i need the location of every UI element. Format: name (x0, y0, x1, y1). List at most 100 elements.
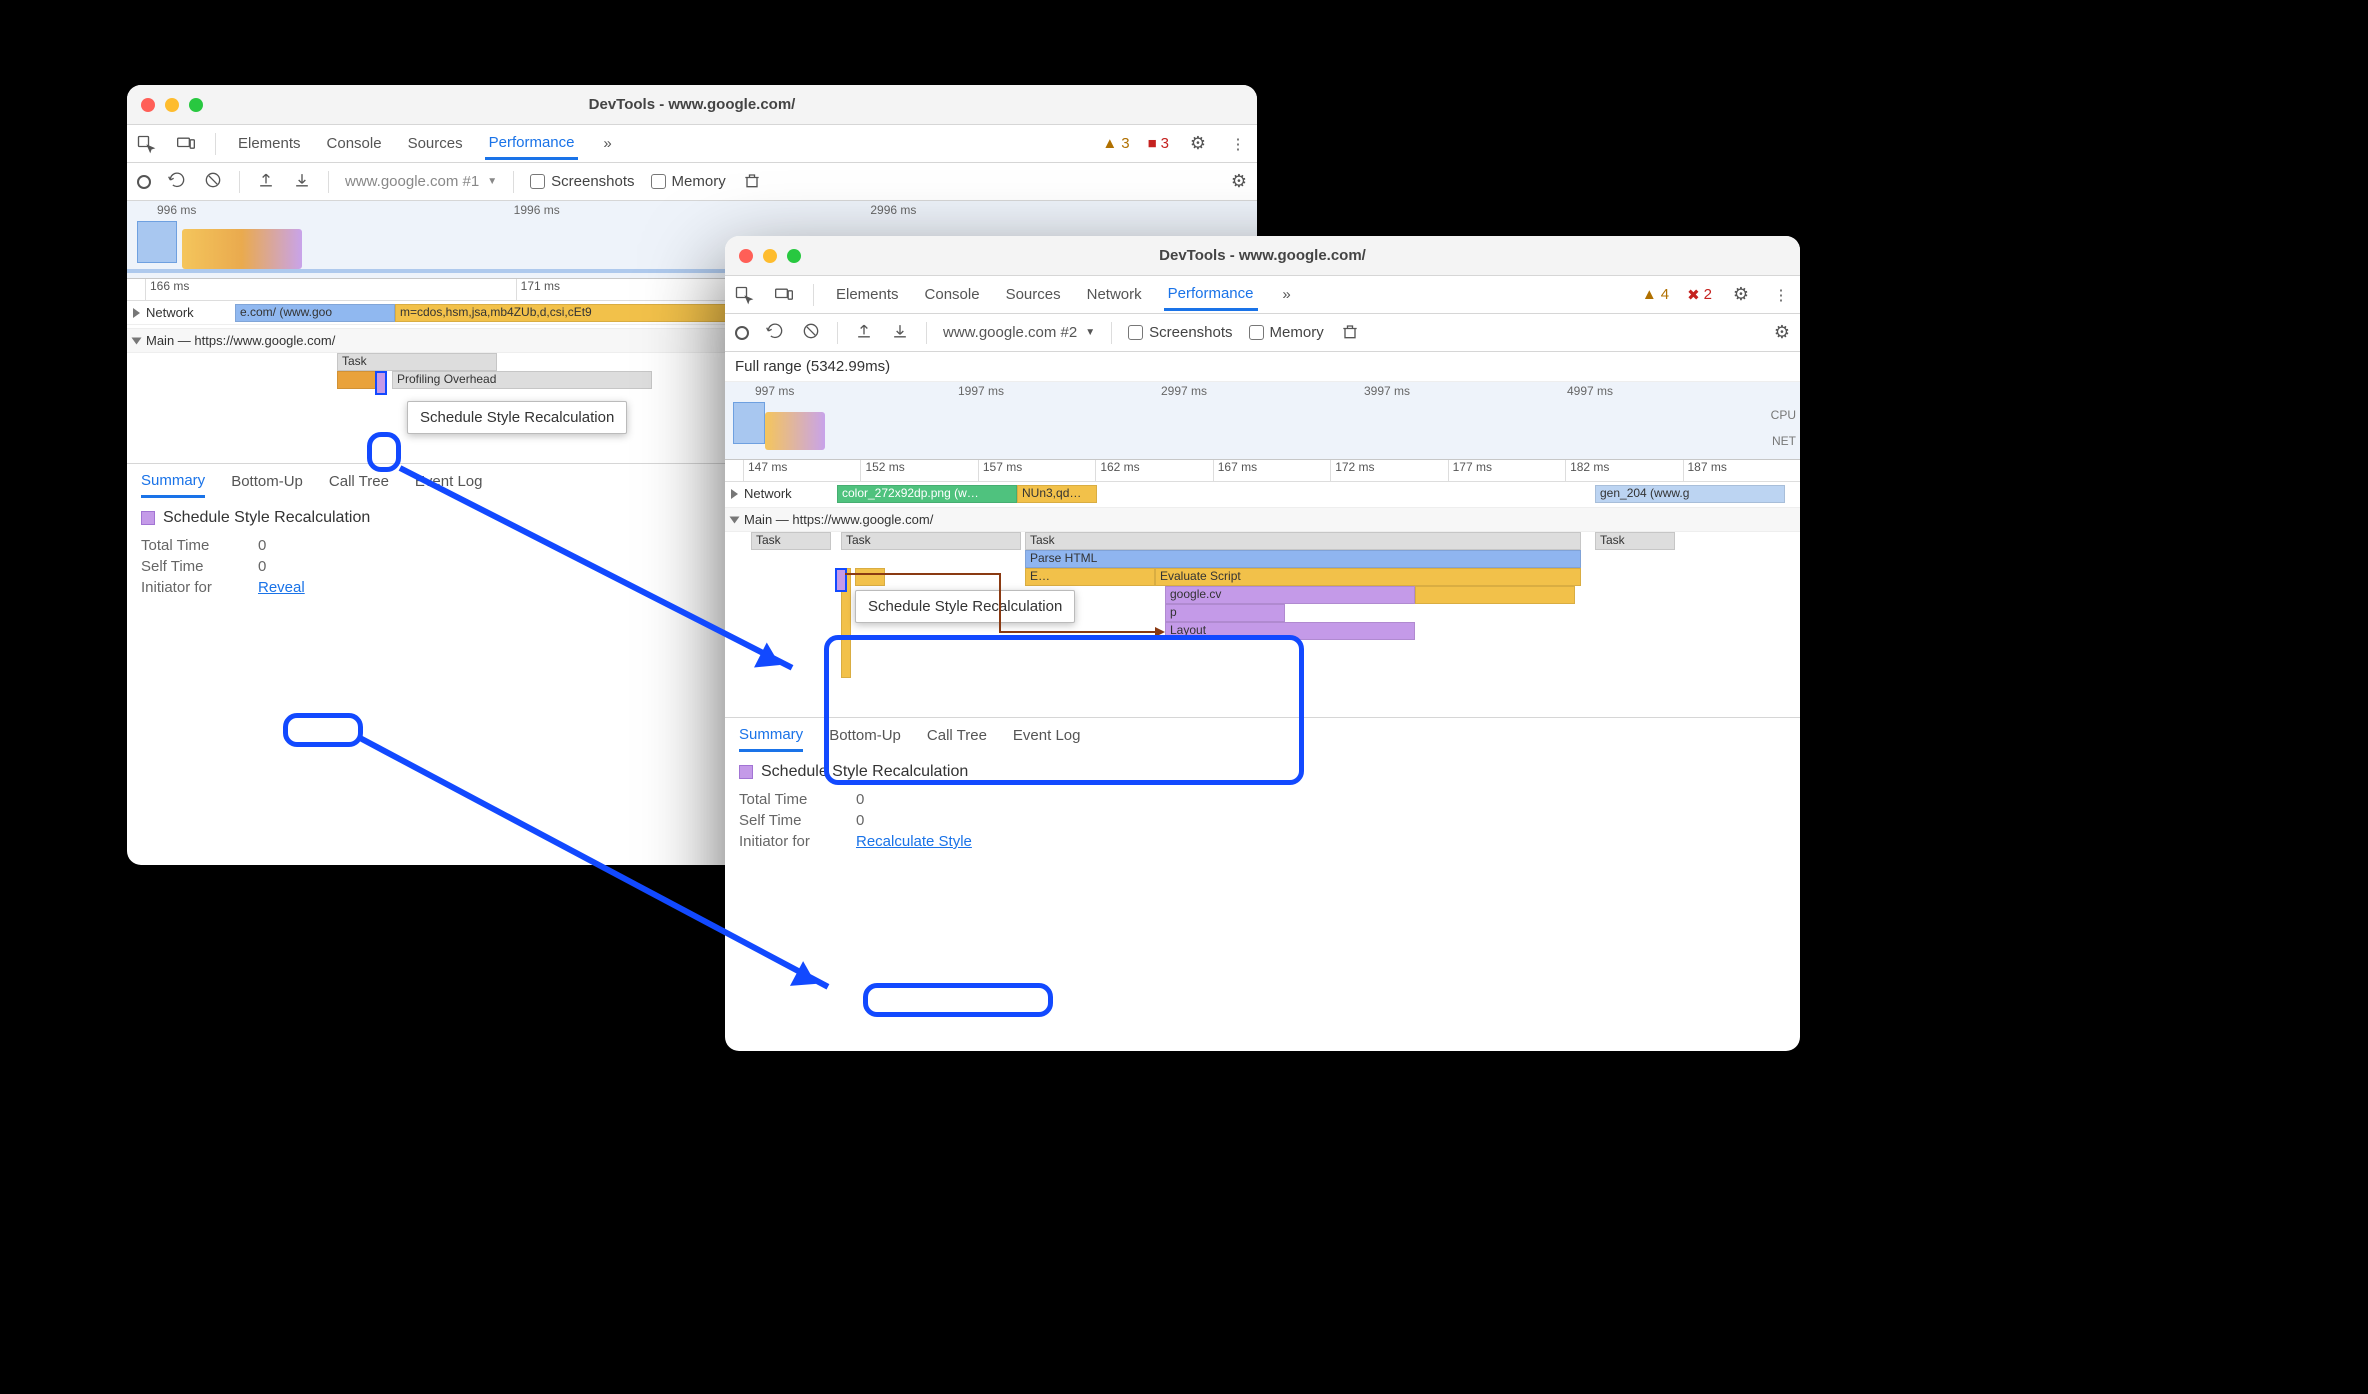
memory-checkbox[interactable]: Memory (1249, 324, 1324, 341)
track-label: Network (146, 305, 194, 320)
flame-task[interactable]: Task (841, 532, 1021, 550)
gear-icon[interactable]: ⚙ (1730, 284, 1752, 306)
warnings-badge[interactable]: ▲ 3 (1102, 135, 1129, 152)
row-value: 0 (856, 812, 864, 829)
annotation-ring (283, 713, 363, 747)
network-segment[interactable]: NUn3,qd… (1017, 485, 1097, 503)
reveal-link[interactable]: Reveal (258, 579, 305, 596)
tab-summary[interactable]: Summary (739, 720, 803, 752)
annotation-ring (824, 635, 1304, 785)
network-track[interactable]: Network color_272x92dp.png (w… NUn3,qd… … (725, 482, 1800, 508)
flame-task[interactable]: Task (337, 353, 497, 371)
network-segment[interactable]: color_272x92dp.png (w… (837, 485, 1017, 503)
more-tabs-icon[interactable]: » (1276, 284, 1298, 306)
memory-checkbox[interactable]: Memory (651, 173, 726, 190)
tab-summary[interactable]: Summary (141, 466, 205, 498)
titlebar[interactable]: DevTools - www.google.com/ (725, 236, 1800, 276)
more-tabs-icon[interactable]: » (596, 133, 618, 155)
net-label: NET (1772, 434, 1796, 448)
screenshots-checkbox[interactable]: Screenshots (530, 173, 634, 190)
flame-function[interactable]: p (1165, 604, 1285, 622)
row-label: Initiator for (141, 579, 236, 596)
tab-console[interactable]: Console (921, 280, 984, 309)
flame-profiling[interactable]: Profiling Overhead (392, 371, 652, 389)
network-segment[interactable]: gen_204 (www.g (1595, 485, 1785, 503)
main-track-header[interactable]: Main — https://www.google.com/ (725, 508, 1800, 532)
collect-garbage-icon[interactable] (742, 170, 762, 194)
row-value: 0 (258, 537, 266, 554)
session-select[interactable]: www.google.com #1 ▼ (345, 173, 497, 190)
hover-tooltip: Schedule Style Recalculation (407, 401, 627, 434)
network-segment[interactable]: e.com/ (www.goo (235, 304, 395, 322)
inspect-icon[interactable] (135, 133, 157, 155)
flame-task[interactable]: Task (1595, 532, 1675, 550)
recalculate-style-link[interactable]: Recalculate Style (856, 833, 972, 850)
row-label: Self Time (739, 812, 834, 829)
device-icon[interactable] (773, 284, 795, 306)
record-button[interactable] (735, 326, 749, 340)
tab-performance[interactable]: Performance (1164, 279, 1258, 311)
row-label: Initiator for (739, 833, 834, 850)
flame-cell[interactable] (855, 568, 885, 586)
collect-garbage-icon[interactable] (1340, 321, 1360, 345)
device-icon[interactable] (175, 133, 197, 155)
session-select[interactable]: www.google.com #2 ▼ (943, 324, 1095, 341)
download-icon[interactable] (292, 170, 312, 194)
perf-settings-icon[interactable]: ⚙ (1231, 171, 1247, 192)
reload-icon[interactable] (167, 170, 187, 194)
titlebar[interactable]: DevTools - www.google.com/ (127, 85, 1257, 125)
flame-parse-html[interactable]: Parse HTML (1025, 550, 1581, 568)
color-swatch (141, 511, 155, 525)
warnings-badge[interactable]: ▲ 4 (1642, 286, 1669, 303)
flame-cell[interactable] (1415, 586, 1575, 604)
upload-icon[interactable] (256, 170, 276, 194)
cpu-label: CPU (1771, 408, 1796, 422)
tab-console[interactable]: Console (323, 129, 386, 158)
timeline-overview[interactable]: 997 ms1997 ms2997 ms3997 ms4997 ms CPU N… (725, 382, 1800, 460)
flame-evaluate[interactable]: E… (1025, 568, 1155, 586)
tab-event-log[interactable]: Event Log (415, 467, 483, 496)
flame-selected[interactable] (835, 568, 847, 592)
tab-network[interactable]: Network (1083, 280, 1146, 309)
clear-icon[interactable] (801, 321, 821, 345)
kebab-icon[interactable]: ⋮ (1770, 284, 1792, 306)
track-label: Main — https://www.google.com/ (146, 333, 335, 348)
tab-bottom-up[interactable]: Bottom-Up (231, 467, 303, 496)
screenshots-checkbox[interactable]: Screenshots (1128, 324, 1232, 341)
flame-task[interactable]: Task (1025, 532, 1581, 550)
tab-sources[interactable]: Sources (404, 129, 467, 158)
summary-title: Schedule Style Recalculation (163, 509, 370, 527)
window-title: DevTools - www.google.com/ (127, 96, 1257, 113)
annotation-ring (863, 983, 1053, 1017)
flame-function[interactable]: google.cv (1165, 586, 1415, 604)
range-label: Full range (5342.99ms) (725, 352, 1800, 382)
gear-icon[interactable]: ⚙ (1187, 133, 1209, 155)
panel-tabs: Elements Console Sources Network Perform… (725, 276, 1800, 314)
flame-evaluate-script[interactable]: Evaluate Script (1155, 568, 1581, 586)
errors-badge[interactable]: ■ 3 (1148, 135, 1169, 152)
window-title: DevTools - www.google.com/ (725, 247, 1800, 264)
hover-tooltip: Schedule Style Recalculation (855, 590, 1075, 623)
row-label: Total Time (141, 537, 236, 554)
reload-icon[interactable] (765, 321, 785, 345)
inspect-icon[interactable] (733, 284, 755, 306)
record-button[interactable] (137, 175, 151, 189)
kebab-icon[interactable]: ⋮ (1227, 133, 1249, 155)
row-value: 0 (258, 558, 266, 575)
flame-task[interactable]: Task (751, 532, 831, 550)
clear-icon[interactable] (203, 170, 223, 194)
tab-performance[interactable]: Performance (485, 128, 579, 160)
color-swatch (739, 765, 753, 779)
tab-elements[interactable]: Elements (832, 280, 903, 309)
upload-icon[interactable] (854, 321, 874, 345)
time-ruler[interactable]: 147 ms152 ms157 ms162 ms167 ms172 ms177 … (725, 460, 1800, 482)
flame-selected[interactable] (375, 371, 387, 395)
tab-elements[interactable]: Elements (234, 129, 305, 158)
errors-badge[interactable]: ✖ 2 (1687, 286, 1712, 304)
tab-sources[interactable]: Sources (1002, 280, 1065, 309)
row-value: 0 (856, 791, 864, 808)
row-label: Total Time (739, 791, 834, 808)
download-icon[interactable] (890, 321, 910, 345)
row-label: Self Time (141, 558, 236, 575)
perf-settings-icon[interactable]: ⚙ (1774, 322, 1790, 343)
